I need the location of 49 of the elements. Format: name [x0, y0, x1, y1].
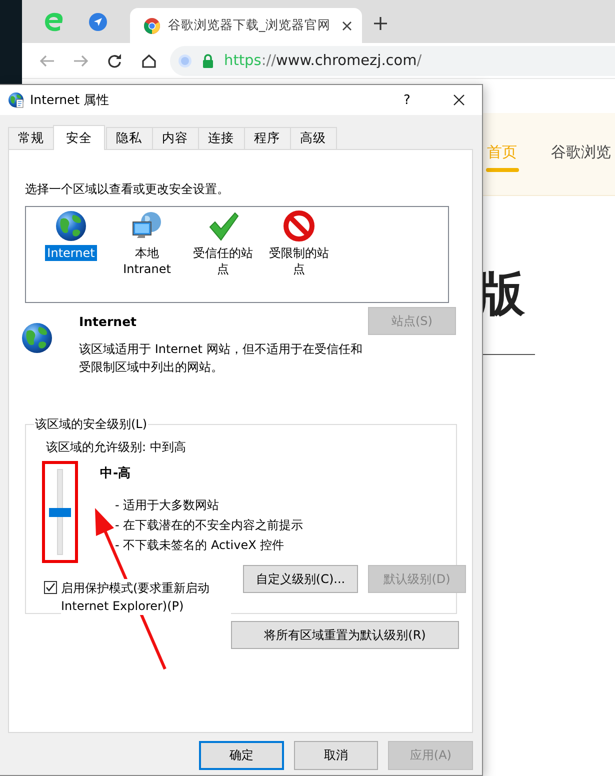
url-text: https://www.chromezj.com/ [224, 52, 422, 68]
nav-link[interactable]: 谷歌浏览 [551, 136, 611, 172]
allowed-level-text: 该区域的允许级别: 中到高 [46, 439, 187, 456]
help-button[interactable]: ? [384, 92, 430, 108]
globe-icon [21, 322, 53, 354]
home-icon [141, 52, 157, 68]
globe-icon [55, 210, 87, 242]
level-name: 中-高 [100, 465, 132, 482]
zone-item[interactable]: 受限制的站点 [266, 245, 332, 277]
level-description: - 不下载未签名的 ActiveX 控件 [115, 537, 286, 554]
protected-mode-label: 启用保护模式(要求重新启动 Internet Explorer)(P) [61, 579, 231, 615]
globe-document-icon [8, 92, 24, 108]
level-description: - 在下载潜在的不安全内容之前提示 [115, 517, 304, 534]
check-icon [45, 582, 56, 593]
address-bar[interactable]: https://www.chromezj.com/ [170, 46, 615, 76]
slider-thumb[interactable] [49, 508, 71, 516]
close-icon [342, 21, 352, 31]
browser-tab[interactable]: 谷歌浏览器下载_浏览器官网 [130, 8, 362, 43]
zone-item[interactable]: 受信任的站点 [190, 245, 256, 277]
close-icon [453, 94, 465, 106]
checkbox[interactable] [44, 581, 57, 594]
check-mark-icon [207, 210, 239, 242]
level-slider[interactable] [49, 469, 71, 555]
zone-name: Internet [79, 314, 138, 329]
ok-button[interactable]: 确定 [199, 741, 284, 770]
tab[interactable]: 高级 [290, 127, 337, 149]
lock-icon [202, 54, 214, 68]
reset-zones-button[interactable]: 将所有区域重置为默认级别(R) [231, 621, 459, 649]
custom-level-button[interactable]: 自定义级别(C)... [243, 565, 358, 593]
cancel-button[interactable]: 取消 [294, 741, 378, 770]
tab-title: 谷歌浏览器下载_浏览器官网 [168, 17, 332, 34]
zone-item[interactable]: Internet [45, 245, 97, 261]
chrome-logo-icon [144, 18, 160, 34]
tab[interactable]: 安全 [53, 125, 105, 150]
group-label: 该区域的安全级别(L) [34, 416, 148, 433]
circle-icon [178, 54, 192, 68]
back-icon [39, 52, 55, 68]
zone-item[interactable]: 本地 Intranet [114, 245, 180, 277]
plus-icon [374, 17, 387, 30]
zone-description: 该区域适用于 Internet 网站，但不适用于在受信任和受限制区域中列出的网站。 [79, 341, 364, 376]
navigation-icon [89, 12, 107, 30]
instruction-text: 选择一个区域以查看或更改安全设置。 [25, 181, 230, 198]
window-title: Internet 属性 [30, 92, 111, 108]
tab[interactable]: 隐私 [106, 127, 153, 149]
no-entry-icon [283, 210, 315, 242]
reload-icon [107, 52, 123, 68]
tab[interactable]: 常规 [8, 127, 55, 149]
forward-icon [73, 52, 89, 68]
level-description: - 适用于大多数网站 [115, 497, 220, 514]
